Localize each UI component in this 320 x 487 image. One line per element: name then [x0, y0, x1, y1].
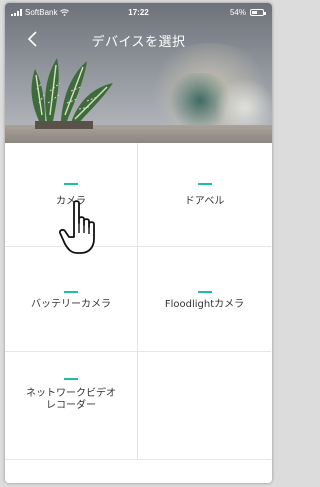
- accent-dash: [64, 378, 78, 380]
- device-option-doorbell[interactable]: ドアベル: [138, 143, 271, 247]
- device-option-nvr[interactable]: ネットワークビデオ レコーダー: [5, 352, 138, 460]
- device-option-floodlight-camera[interactable]: Floodlightカメラ: [138, 247, 271, 352]
- page-title: デバイスを選択: [91, 35, 186, 50]
- tap-hand-icon: [58, 200, 95, 254]
- device-label: ドアベル: [184, 196, 225, 207]
- navigation-bar: デバイスを選択: [5, 25, 272, 55]
- device-label: ネットワークビデオ レコーダー: [26, 388, 116, 411]
- accent-dash: [64, 291, 78, 293]
- accent-dash: [197, 291, 212, 293]
- header-image: SoftBank 17:22 54% デバイスを選択: [5, 3, 272, 143]
- device-label: バッテリーカメラ: [31, 299, 111, 310]
- battery-percent: 54%: [229, 8, 246, 17]
- device-option-battery-camera[interactable]: バッテリーカメラ: [5, 247, 138, 352]
- status-bar: SoftBank 17:22 54%: [5, 3, 272, 23]
- accent-dash: [197, 183, 212, 185]
- phone-screen: SoftBank 17:22 54% デバイスを選択 カメラ ドアベル バッテリ…: [5, 3, 272, 483]
- plant-image: [31, 58, 113, 129]
- accent-dash: [64, 183, 78, 185]
- device-grid: カメラ ドアベル バッテリーカメラ Floodlightカメラ ネットワークビデ…: [5, 143, 272, 483]
- battery-icon: [250, 9, 266, 16]
- device-label: Floodlightカメラ: [164, 299, 245, 310]
- empty-cell: [138, 352, 271, 460]
